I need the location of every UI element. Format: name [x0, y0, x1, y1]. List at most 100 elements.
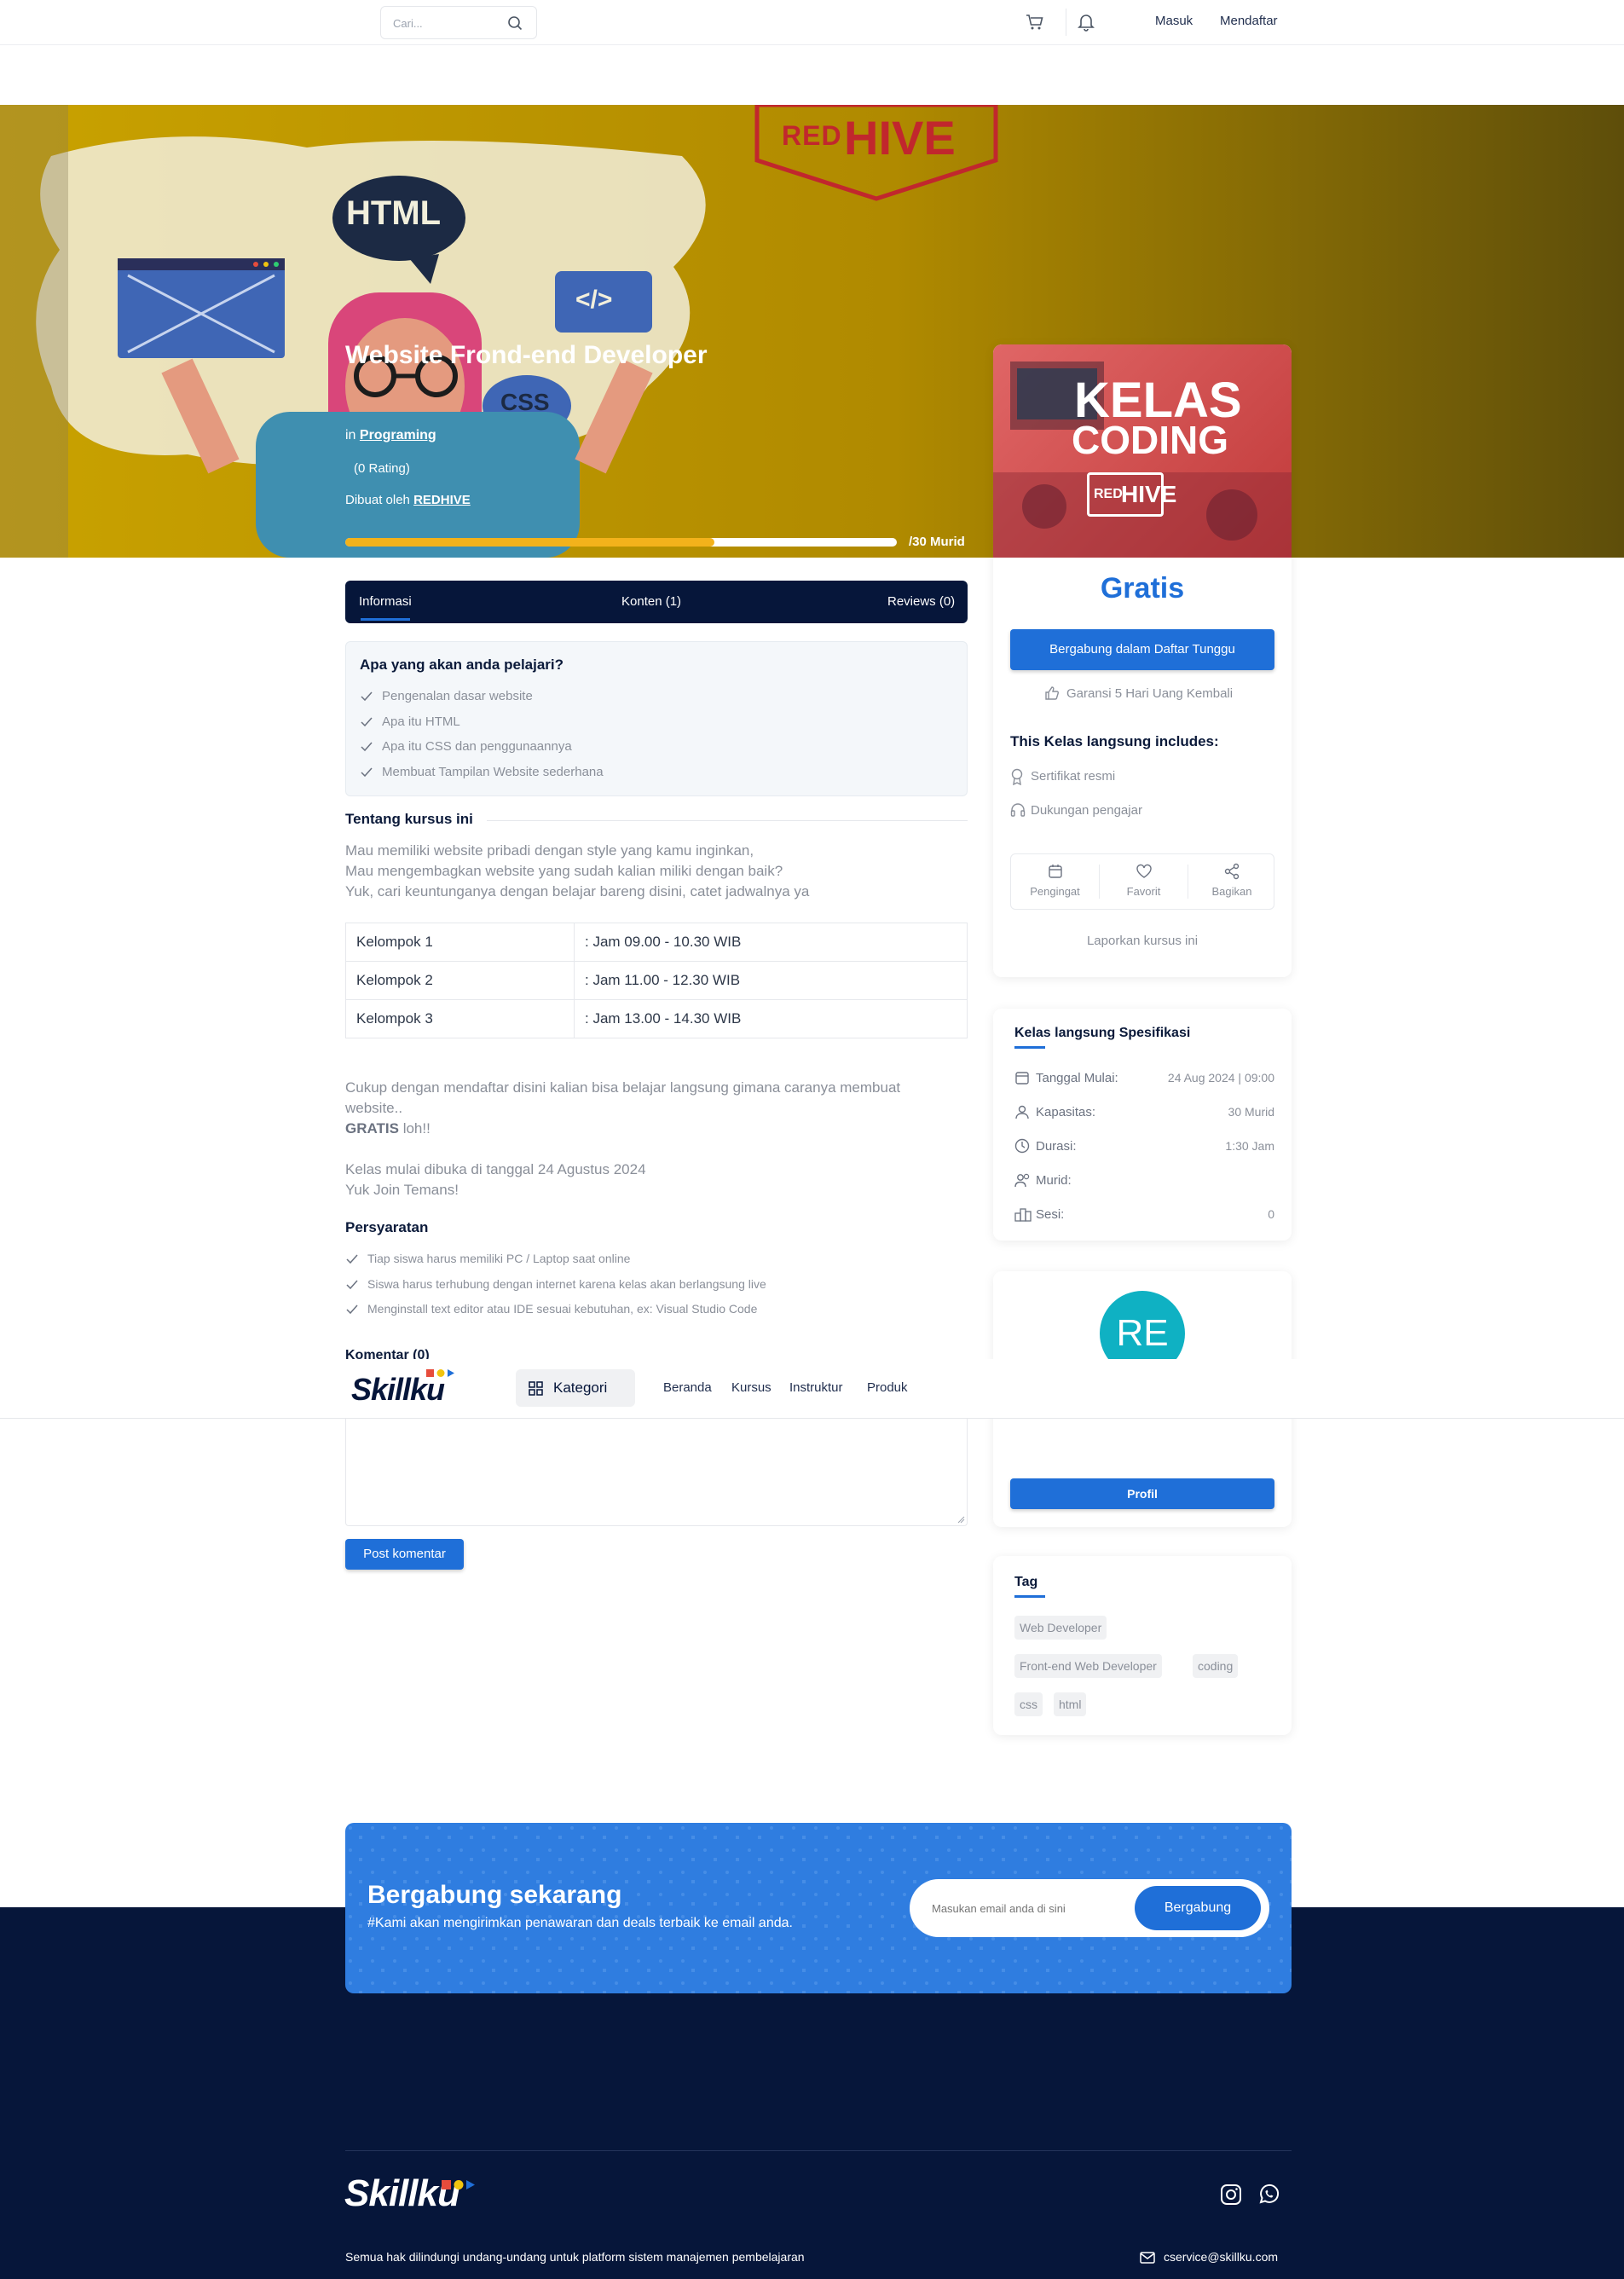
bubble-html: HTML — [346, 194, 442, 232]
includes-title: This Kelas langsung includes: — [1010, 733, 1219, 749]
course-title: Website Frond-end Developer — [345, 341, 708, 369]
profile-button[interactable]: Profil — [1010, 1478, 1274, 1509]
include-text-certificate: Sertifikat resmi — [1031, 769, 1116, 784]
thumbnail-title-2: CODING — [1072, 418, 1228, 462]
guarantee-text: Garansi 5 Hari Uang Kembali — [1066, 686, 1234, 701]
include-text-support: Dukungan pengajar — [1031, 803, 1142, 818]
schedule-time: : Jam 13.00 - 14.30 WIB — [574, 999, 968, 1038]
calendar-icon — [1049, 865, 1062, 878]
spec-row-sessions: Sesi: 0 — [1014, 1206, 1274, 1223]
learn-item: Membuat Tampilan Website sederhana — [360, 765, 948, 782]
creator-prefix: Dibuat oleh — [345, 493, 410, 507]
learn-item-text: Apa itu HTML — [382, 714, 460, 729]
footer-email[interactable]: cservice@skillku.com — [1164, 2250, 1278, 2264]
nav-link-instructors[interactable]: Instruktur — [789, 1380, 843, 1395]
requirement-text: Menginstall text editor atau IDE sesuai … — [367, 1302, 758, 1316]
headset-icon — [1010, 803, 1026, 817]
newsletter-submit-button[interactable]: Bergabung — [1135, 1886, 1261, 1930]
tag-chip[interactable]: Front-end Web Developer — [1014, 1654, 1162, 1678]
bubble-code: </> — [575, 286, 613, 314]
tags-title: Tag — [1014, 1575, 1038, 1589]
thumbs-up-icon — [1045, 686, 1059, 700]
whatsapp-icon[interactable] — [1257, 2184, 1280, 2206]
login-link[interactable]: Masuk — [1155, 14, 1193, 28]
tab-konten[interactable]: Konten (1) — [621, 594, 681, 609]
schedule-time: : Jam 09.00 - 10.30 WIB — [574, 923, 968, 962]
hero-logo-hive: HIVE — [844, 111, 956, 165]
top-header: Masuk Mendaftar — [0, 0, 1624, 45]
category-link[interactable]: Programing — [360, 428, 436, 442]
about-extra-line: Kelas mulai dibuka di tanggal 24 Agustus… — [345, 1161, 646, 1177]
resize-handle-icon[interactable] — [956, 1515, 965, 1524]
pricing-card: KELAS CODING RED HIVE Gratis Bergabung d… — [993, 344, 1292, 977]
certificate-icon — [1011, 768, 1023, 785]
footer-logo-dots-icon — [442, 2180, 475, 2189]
newsletter-form: Bergabung — [910, 1879, 1269, 1937]
table-row: Kelompok 1 : Jam 09.00 - 10.30 WIB — [345, 923, 968, 962]
gratis-rest: loh!! — [398, 1120, 431, 1137]
capacity-label: /30 Murid — [909, 535, 965, 549]
search-input[interactable] — [393, 14, 504, 32]
search-icon[interactable] — [507, 15, 523, 31]
newsletter-email-input[interactable] — [932, 1899, 1145, 1917]
about-line: Yuk, cari keuntunganya dengan belajar ba… — [345, 883, 810, 899]
newsletter-subtitle: #Kami akan mengirimkan penawaran dan dea… — [367, 1916, 793, 1930]
reminder-action[interactable]: Pengingat — [1011, 854, 1099, 909]
instagram-icon[interactable] — [1220, 2184, 1242, 2206]
share-action[interactable]: Bagikan — [1188, 854, 1275, 909]
requirement-item: Menginstall text editor atau IDE sesuai … — [345, 1302, 968, 1319]
table-row: Kelompok 2 : Jam 11.00 - 12.30 WIB — [345, 961, 968, 1000]
report-link[interactable]: Laporkan kursus ini — [993, 934, 1292, 948]
nav-link-courses[interactable]: Kursus — [731, 1380, 772, 1395]
category-prefix: in — [345, 428, 356, 442]
tag-chip[interactable]: coding — [1193, 1654, 1239, 1678]
register-link[interactable]: Mendaftar — [1220, 14, 1278, 28]
spec-label: Kapasitas: — [1036, 1105, 1096, 1119]
spec-value: 24 Aug 2024 | 09:00 — [1167, 1071, 1274, 1085]
spec-card: Kelas langsung Spesifikasi Tanggal Mulai… — [993, 1009, 1292, 1241]
comment-textarea[interactable] — [345, 1411, 968, 1526]
search-box[interactable] — [380, 6, 537, 39]
bubble-css: CSS — [500, 389, 550, 415]
learn-item-text: Membuat Tampilan Website sederhana — [382, 765, 604, 779]
tab-reviews[interactable]: Reviews (0) — [887, 594, 955, 609]
course-tabs: Informasi Konten (1) Reviews (0) — [345, 581, 968, 623]
tags-card: Tag Web Developer Front-end Web Develope… — [993, 1556, 1292, 1735]
cart-icon[interactable] — [1026, 14, 1044, 31]
user-icon — [1015, 1105, 1029, 1119]
spec-value: 0 — [1268, 1207, 1274, 1221]
hero-banner: RED HIVE HTML </> CSS — [0, 105, 1624, 558]
spec-title: Kelas langsung Spesifikasi — [1014, 1026, 1191, 1040]
nav-link-products[interactable]: Produk — [867, 1380, 908, 1395]
learn-item: Apa itu HTML — [360, 714, 948, 732]
calendar-icon — [1015, 1072, 1029, 1085]
favorite-action[interactable]: Favorit — [1100, 854, 1188, 909]
gratis-bold: GRATIS — [345, 1120, 399, 1137]
enrollment-progress-fill — [345, 538, 715, 547]
requirement-item: Tiap siswa harus memiliki PC / Laptop sa… — [345, 1252, 968, 1269]
share-icon — [1224, 863, 1240, 880]
post-comment-button[interactable]: Post komentar — [345, 1539, 464, 1570]
nav-link-home[interactable]: Beranda — [663, 1380, 712, 1395]
creator-link[interactable]: REDHIVE — [413, 493, 471, 507]
spec-row-start-date: Tanggal Mulai: 24 Aug 2024 | 09:00 — [1014, 1070, 1274, 1087]
main-navbar: Skillku Kategori Beranda Kursus Instrukt… — [0, 1359, 1624, 1419]
learn-item-text: Apa itu CSS dan penggunaannya — [382, 739, 572, 754]
tag-chip[interactable]: css — [1014, 1692, 1043, 1716]
footer-divider — [345, 2150, 1292, 2151]
logo-dots-icon — [426, 1369, 454, 1377]
schedule-group: Kelompok 2 — [345, 961, 575, 1000]
bell-icon[interactable] — [1078, 13, 1095, 32]
check-icon — [346, 1280, 358, 1290]
spec-label: Murid: — [1036, 1173, 1072, 1188]
tag-chip[interactable]: Web Developer — [1014, 1616, 1107, 1640]
learn-item: Pengenalan dasar website — [360, 689, 948, 706]
waitlist-button[interactable]: Bergabung dalam Daftar Tunggu — [1010, 629, 1274, 670]
learn-item: Apa itu CSS dan penggunaannya — [360, 739, 948, 756]
category-button[interactable]: Kategori — [516, 1369, 635, 1407]
tab-informasi[interactable]: Informasi — [359, 594, 412, 609]
tag-chip[interactable]: html — [1054, 1692, 1087, 1716]
newsletter-title: Bergabung sekarang — [367, 1881, 622, 1909]
schedule-table: Kelompok 1 : Jam 09.00 - 10.30 WIB Kelom… — [345, 923, 968, 1038]
